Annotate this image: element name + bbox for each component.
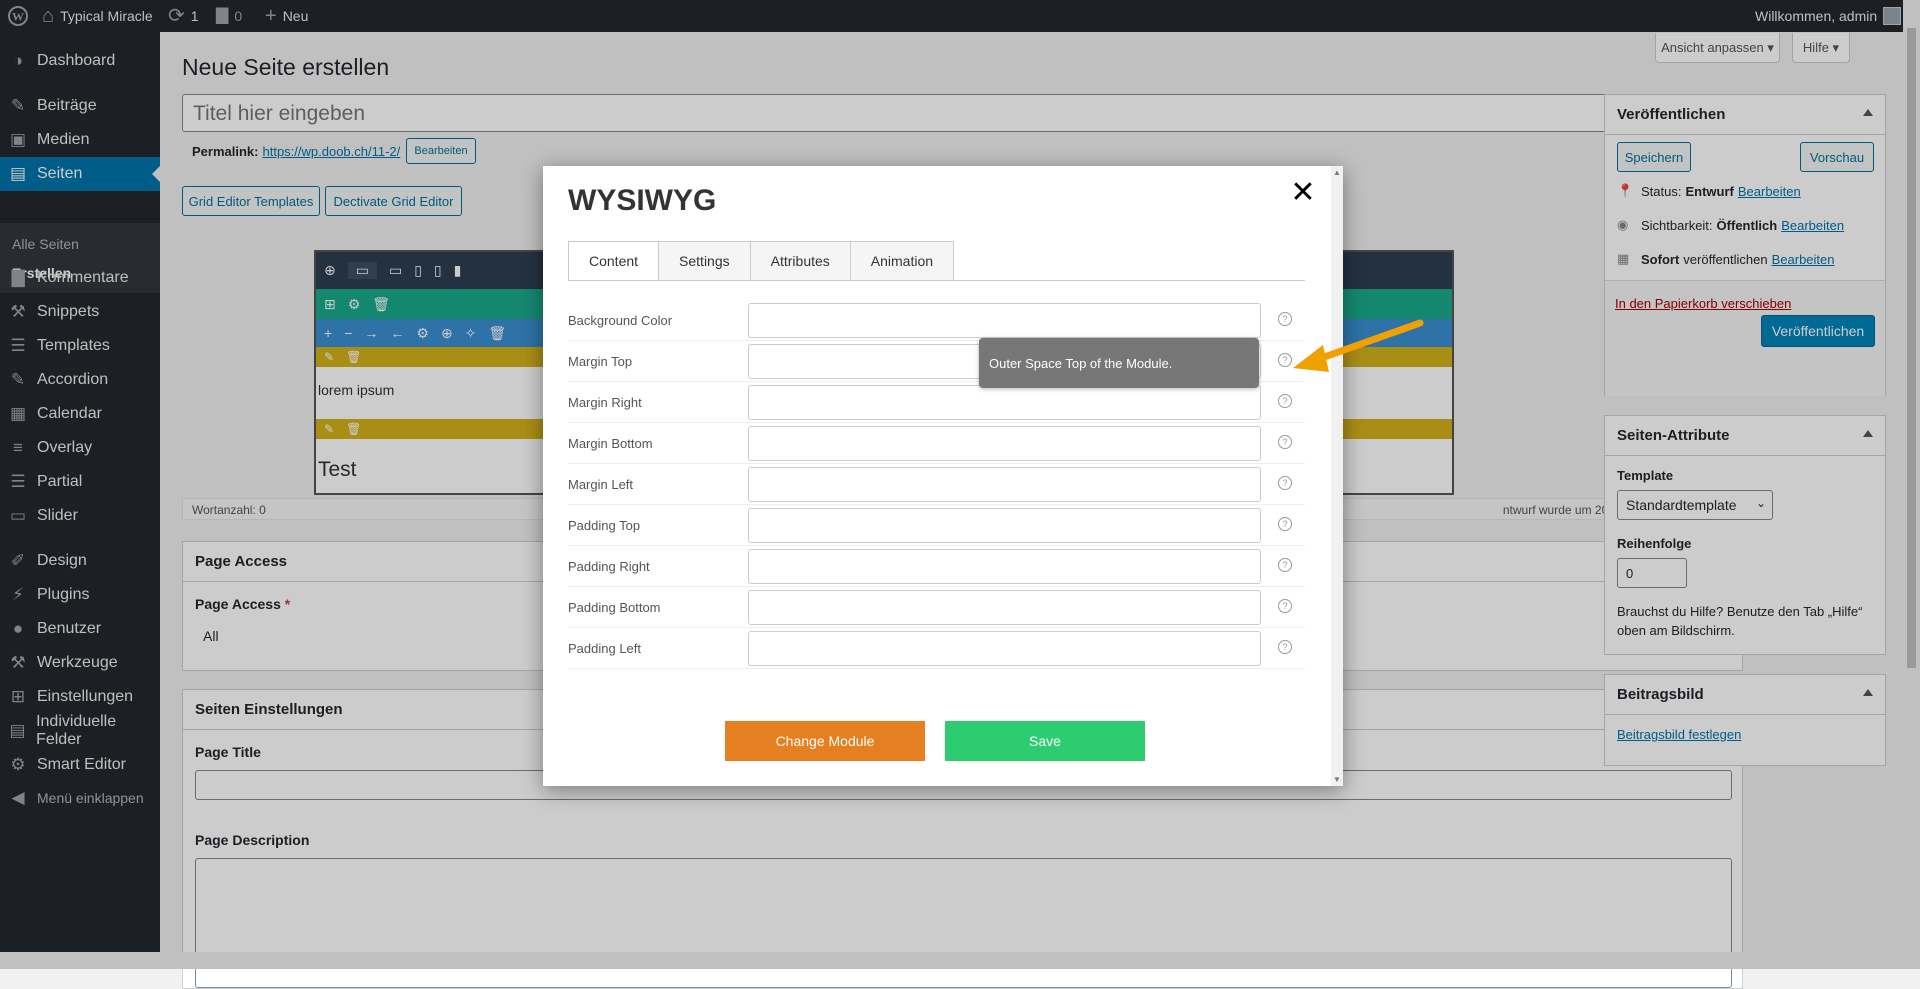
field-label: Margin Bottom (568, 436, 653, 451)
padding-top-input[interactable] (748, 508, 1261, 543)
field-padding-top: Padding Top ? (568, 505, 1305, 546)
annotation-arrow-icon (1293, 319, 1424, 372)
margin-left-input[interactable] (748, 467, 1261, 502)
help-icon[interactable]: ? (1278, 394, 1292, 408)
margin-bottom-input[interactable] (748, 426, 1261, 461)
field-margin-bottom: Margin Bottom ? (568, 423, 1305, 464)
field-padding-right: Padding Right ? (568, 546, 1305, 587)
help-icon[interactable]: ? (1278, 640, 1292, 654)
tab-content[interactable]: Content (568, 241, 659, 281)
background-color-input[interactable] (748, 303, 1261, 338)
tab-attributes[interactable]: Attributes (749, 241, 850, 281)
field-background-color: Background Color ? (568, 300, 1305, 341)
field-label: Padding Bottom (568, 600, 661, 615)
field-label: Padding Left (568, 641, 642, 656)
field-label: Padding Top (568, 518, 641, 533)
help-icon[interactable]: ? (1278, 599, 1292, 613)
help-icon[interactable]: ? (1278, 435, 1292, 449)
tab-settings[interactable]: Settings (658, 241, 750, 281)
field-label: Padding Right (568, 559, 650, 574)
close-icon[interactable]: ✕ (1288, 178, 1318, 208)
help-icon[interactable]: ? (1278, 476, 1292, 490)
field-label: Margin Left (568, 477, 634, 492)
field-label: Margin Top (568, 354, 633, 369)
field-label: Margin Right (568, 395, 642, 410)
padding-right-input[interactable] (748, 549, 1261, 584)
tooltip: Outer Space Top of the Module. (979, 338, 1259, 388)
margin-right-input[interactable] (748, 385, 1261, 420)
wysiwyg-modal: WYSIWYG ✕ Content Settings Attributes An… (543, 166, 1343, 786)
save-button[interactable]: Save (945, 721, 1145, 761)
modal-scrollbar[interactable]: ▲ ▼ (1331, 166, 1343, 786)
scroll-up-icon[interactable]: ▲ (1333, 168, 1341, 177)
field-padding-left: Padding Left ? (568, 628, 1305, 669)
scroll-down-icon[interactable]: ▼ (1333, 775, 1341, 784)
field-label: Background Color (568, 313, 673, 328)
padding-left-input[interactable] (748, 631, 1261, 666)
field-padding-bottom: Padding Bottom ? (568, 587, 1305, 628)
field-margin-left: Margin Left ? (568, 464, 1305, 505)
change-module-button[interactable]: Change Module (725, 721, 925, 761)
modal-tabs: Content Settings Attributes Animation (568, 241, 955, 281)
field-margin-right: Margin Right ? (568, 382, 1305, 423)
help-icon[interactable]: ? (1278, 517, 1292, 531)
tab-animation[interactable]: Animation (849, 241, 955, 281)
modal-title: WYSIWYG (568, 184, 717, 217)
help-icon[interactable]: ? (1278, 558, 1292, 572)
tab-divider (568, 280, 1305, 281)
padding-bottom-input[interactable] (748, 590, 1261, 625)
